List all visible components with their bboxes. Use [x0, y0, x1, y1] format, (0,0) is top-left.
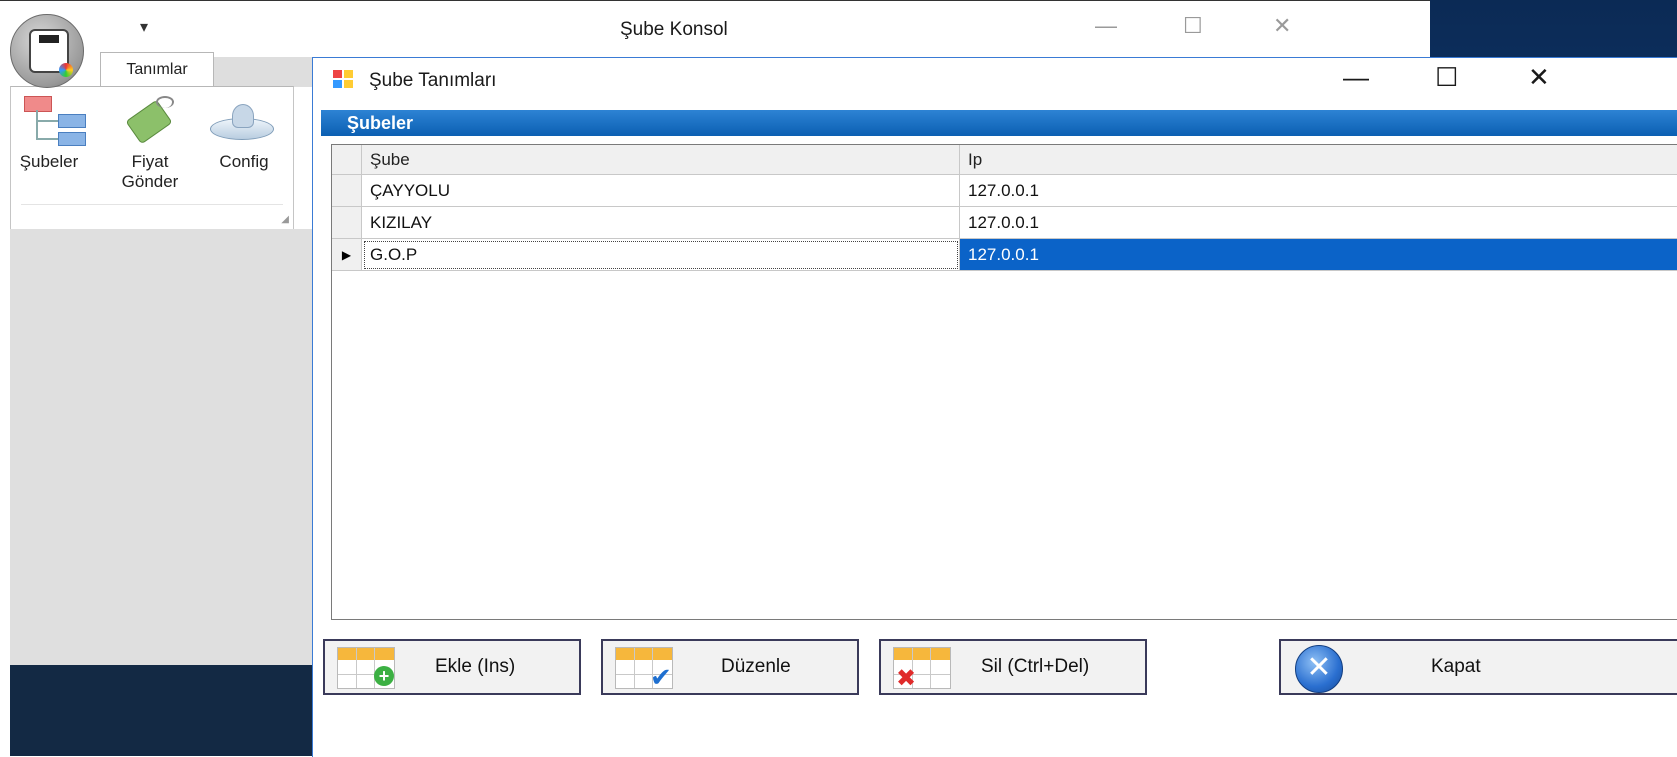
- tab-tanimlar[interactable]: Tanımlar: [100, 52, 214, 87]
- close-button-label: Kapat: [1431, 656, 1481, 677]
- app-logo-button[interactable]: [10, 14, 84, 88]
- app-minimize-button[interactable]: —: [1095, 13, 1117, 39]
- window-minimize-button[interactable]: —: [1343, 62, 1369, 93]
- quick-access-dropdown-icon[interactable]: ▾: [140, 17, 148, 37]
- cell-sube[interactable]: ÇAYYOLU: [362, 175, 960, 207]
- window-close-button[interactable]: ✕: [1528, 62, 1550, 93]
- sube-grid[interactable]: Şube Ip ÇAYYOLU 127.0.0.1 KIZILAY 127.0.…: [331, 144, 1677, 620]
- add-button-label: Ekle (Ins): [435, 656, 516, 677]
- app-titlebar: ▾ Şube Konsol — ☐ ✕: [0, 0, 1430, 59]
- group-header-subeler: Şubeler: [321, 110, 1677, 136]
- cell-ip[interactable]: 127.0.0.1: [960, 207, 1677, 239]
- taskbar-strip: [10, 665, 312, 756]
- ribbon-resize-grip-icon: ◢: [281, 214, 289, 225]
- cell-ip[interactable]: 127.0.0.1: [960, 175, 1677, 207]
- edit-button-label: Düzenle: [721, 656, 791, 677]
- ribbon-divider: [21, 204, 283, 205]
- current-row-indicator-icon[interactable]: ▶: [332, 239, 362, 271]
- delete-button-label: Sil (Ctrl+Del): [981, 656, 1090, 677]
- tuxedo-icon: [29, 29, 73, 77]
- app-maximize-button[interactable]: ☐: [1183, 13, 1203, 39]
- grid-edit-icon: ✔: [615, 647, 673, 692]
- sube-tanimlari-window: Şube Tanımları — ☐ ✕ Şubeler Şube Ip ÇAY…: [312, 57, 1677, 757]
- child-titlebar: Şube Tanımları — ☐ ✕: [313, 58, 1677, 108]
- window-icon: [333, 70, 355, 90]
- cell-ip-selected[interactable]: 127.0.0.1: [960, 239, 1677, 271]
- app-title: Şube Konsol: [620, 19, 728, 40]
- close-button[interactable]: ✕ Kapat: [1279, 639, 1677, 695]
- app-close-button[interactable]: ✕: [1273, 13, 1291, 39]
- ribbon-item-fiyat-gonder[interactable]: Fiyat Gönder: [108, 152, 192, 192]
- row-header[interactable]: [332, 175, 362, 207]
- grid-add-icon: +: [337, 647, 395, 689]
- column-header-ip[interactable]: Ip: [960, 145, 1677, 175]
- add-button[interactable]: + Ekle (Ins): [323, 639, 581, 695]
- window-title: Şube Tanımları: [369, 70, 497, 91]
- ribbon-item-config[interactable]: Config: [200, 152, 288, 172]
- price-tag-icon[interactable]: [122, 94, 178, 146]
- ribbon-item-subeler[interactable]: Şubeler: [4, 152, 94, 172]
- app-workspace-left: [10, 229, 312, 665]
- edit-button[interactable]: ✔ Düzenle: [601, 639, 859, 695]
- row-header[interactable]: [332, 207, 362, 239]
- close-circle-icon: ✕: [1295, 645, 1343, 693]
- cell-sube[interactable]: KIZILAY: [362, 207, 960, 239]
- window-maximize-button[interactable]: ☐: [1435, 62, 1458, 93]
- ribbon-tab-strip: [212, 57, 312, 87]
- config-icon[interactable]: [210, 104, 274, 144]
- cell-sube[interactable]: G.O.P: [362, 239, 960, 271]
- grid-corner-header: [332, 145, 362, 175]
- delete-button[interactable]: ✖ Sil (Ctrl+Del): [879, 639, 1147, 695]
- org-tree-icon[interactable]: [24, 96, 86, 148]
- column-header-sube[interactable]: Şube: [362, 145, 960, 175]
- grid-delete-icon: ✖: [893, 647, 951, 692]
